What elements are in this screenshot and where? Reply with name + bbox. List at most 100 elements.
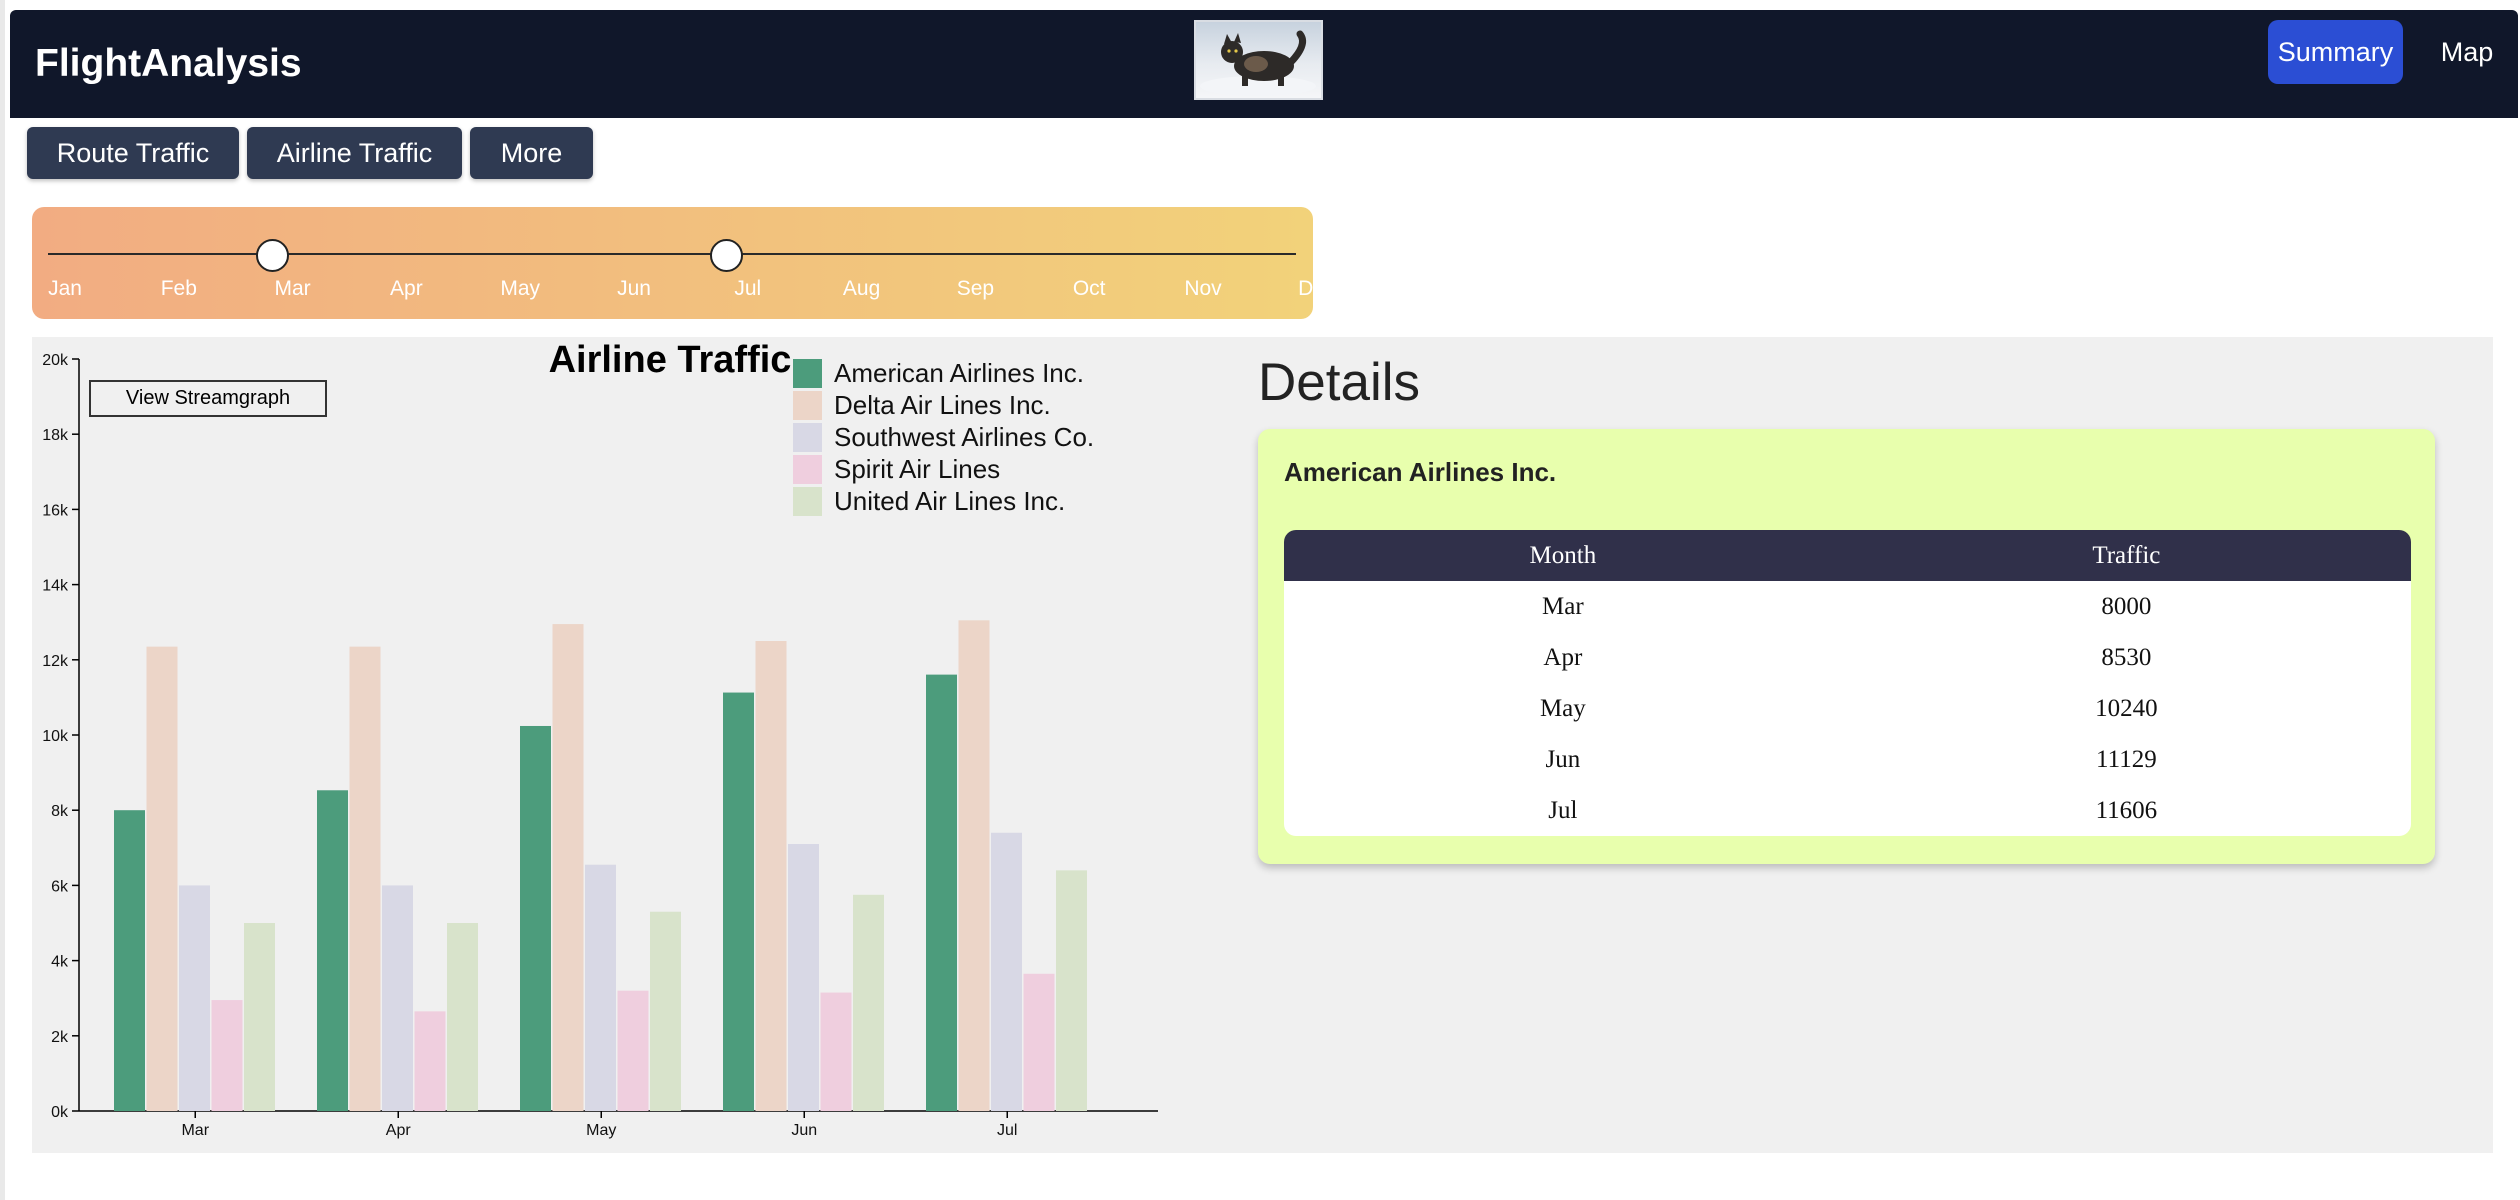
bar [820, 992, 852, 1111]
cell-traffic: 11129 [1841, 734, 2411, 785]
y-tick-label: 10k [42, 728, 69, 745]
bar [146, 646, 178, 1111]
table-row: Apr 8530 [1284, 632, 2411, 683]
slider-month-label: Mar [274, 277, 311, 300]
bar [349, 646, 381, 1111]
legend-item[interactable]: American Airlines Inc. [793, 357, 1094, 389]
x-tick-label: Apr [386, 1122, 412, 1139]
y-tick-label: 4k [51, 954, 69, 971]
bar [114, 810, 145, 1111]
cat-illustration [1200, 30, 1316, 96]
nav-summary-button[interactable]: Summary [2268, 20, 2403, 84]
chart-legend: American Airlines Inc. Delta Air Lines In… [793, 357, 1094, 517]
table-row: Jun 11129 [1284, 734, 2411, 785]
y-tick-label: 20k [42, 352, 69, 369]
slider-track[interactable] [48, 253, 1296, 255]
slider-handle-start[interactable] [256, 239, 289, 272]
table-row: May 10240 [1284, 683, 2411, 734]
bar [617, 990, 649, 1111]
bar [520, 725, 551, 1111]
selected-airline-name: American Airlines Inc. [1284, 457, 1557, 487]
slider-month-label: Jun [617, 277, 651, 300]
bar [211, 1000, 243, 1111]
bar [1056, 870, 1087, 1111]
tab-more[interactable]: More [470, 127, 593, 179]
bar [723, 692, 754, 1111]
bar [317, 790, 348, 1111]
nav-map-link[interactable]: Map [2432, 20, 2502, 84]
bar [414, 1011, 446, 1111]
legend-label: United Air Lines Inc. [834, 485, 1066, 516]
slider-month-label: Jan [48, 277, 82, 300]
y-tick-label: 0k [51, 1104, 69, 1121]
tab-route-traffic[interactable]: Route Traffic [27, 127, 239, 179]
cell-month: Jun [1284, 734, 1842, 785]
details-card: American Airlines Inc. Month Traffic Mar… [1258, 429, 2435, 864]
legend-swatch [793, 358, 822, 388]
slider-month-label: Sep [956, 277, 995, 300]
legend-label: Spirit Air Lines [834, 453, 1001, 484]
x-tick-label: Jul [997, 1122, 1017, 1139]
bar [650, 911, 681, 1111]
y-tick-label: 2k [51, 1029, 69, 1046]
bar [244, 923, 275, 1111]
y-tick-label: 18k [42, 427, 69, 444]
bar [382, 885, 413, 1111]
slider-month-label: Apr [390, 277, 423, 300]
bar [552, 624, 584, 1111]
cell-month: Apr [1284, 632, 1842, 683]
chart-title: Airline Traffic [548, 339, 792, 381]
cell-traffic: 8530 [1841, 632, 2411, 683]
slider-month-label: Nov [1184, 277, 1222, 300]
traffic-table: Month Traffic Mar 8000 Apr 8530 May 1024… [1284, 530, 2411, 836]
bar [788, 844, 819, 1111]
slider-handle-end[interactable] [710, 239, 743, 272]
cell-month: May [1284, 683, 1842, 734]
logo-image [1194, 20, 1323, 100]
column-header-month: Month [1284, 530, 1842, 581]
x-tick-label: Jun [791, 1122, 817, 1139]
legend-item[interactable]: United Air Lines Inc. [793, 485, 1094, 517]
brand-title: FlightAnalysis [35, 42, 302, 85]
cell-month: Jul [1284, 785, 1842, 836]
y-tick-label: 14k [42, 578, 69, 595]
page: FlightAnalysis Summary Map Route Traffic… [0, 0, 2520, 1200]
legend-item[interactable]: Southwest Airlines Co. [793, 421, 1094, 453]
slider-month-label: Dec [1298, 277, 1336, 300]
legend-swatch [793, 454, 822, 484]
navbar: FlightAnalysis Summary Map [10, 10, 2518, 118]
table-row: Mar 8000 [1284, 581, 2411, 632]
view-streamgraph-button[interactable]: View Streamgraph [89, 380, 327, 417]
slider-month-label: Jul [734, 277, 762, 300]
bar [755, 641, 787, 1111]
bar [853, 894, 884, 1111]
slider-month-label: May [500, 277, 541, 300]
tab-airline-traffic[interactable]: Airline Traffic [247, 127, 462, 179]
cell-month: Mar [1284, 581, 1842, 632]
slider-month-label: Feb [160, 277, 197, 300]
legend-swatch [793, 422, 822, 452]
bar [1023, 973, 1055, 1111]
legend-label: American Airlines Inc. [834, 357, 1084, 388]
y-tick-label: 6k [51, 878, 69, 895]
details-title: Details [1258, 353, 1421, 412]
bar [179, 885, 210, 1111]
legend-label: Southwest Airlines Co. [834, 421, 1095, 452]
slider-month-label: Aug [842, 277, 881, 300]
bar [447, 923, 478, 1111]
bar [991, 832, 1022, 1111]
slider-month-label: Oct [1072, 277, 1106, 300]
cell-traffic: 8000 [1841, 581, 2411, 632]
month-range-slider: Jan Feb Mar Apr May Jun Jul Aug Sep Oct Nov Dec [32, 207, 1335, 319]
column-header-traffic: Traffic [1841, 530, 2411, 581]
cell-traffic: 10240 [1841, 683, 2411, 734]
bar [926, 674, 957, 1111]
x-tick-label: Mar [181, 1122, 209, 1139]
y-tick-label: 16k [42, 502, 69, 519]
legend-item[interactable]: Spirit Air Lines [793, 453, 1094, 485]
y-tick-label: 8k [51, 803, 69, 820]
legend-item[interactable]: Delta Air Lines Inc. [793, 389, 1094, 421]
y-tick-label: 12k [42, 653, 69, 670]
legend-label: Delta Air Lines Inc. [834, 389, 1051, 420]
legend-swatch [793, 390, 822, 420]
